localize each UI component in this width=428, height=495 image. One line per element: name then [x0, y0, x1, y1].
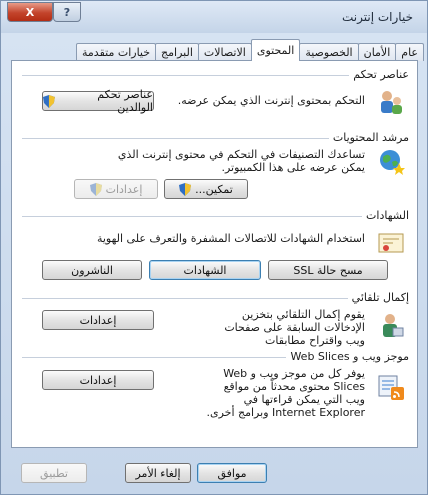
- tab-privacy[interactable]: الخصوصية: [299, 43, 359, 61]
- parental-controls-button[interactable]: عناصر تحكم الوالدين: [42, 88, 154, 114]
- publishers-button[interactable]: الناشرون: [42, 260, 142, 280]
- certificate-icon: [378, 233, 404, 253]
- apply-button[interactable]: تطبيق: [21, 463, 87, 483]
- uac-shield-icon: [179, 182, 192, 196]
- content-advisor-icon: [380, 150, 405, 175]
- tab-security[interactable]: الأمان: [357, 43, 397, 61]
- tab-advanced[interactable]: خيارات متقدمة: [76, 43, 157, 61]
- advisor-settings-button[interactable]: إعدادات: [74, 179, 158, 199]
- tab-programs[interactable]: البرامج: [155, 43, 199, 61]
- feeds-settings-button[interactable]: إعدادات: [42, 370, 154, 390]
- internet-options-window: X ? خيارات إنترنت عام الأمان الخصوصية ال…: [0, 0, 428, 495]
- tab-connections[interactable]: الاتصالات: [197, 43, 252, 61]
- parental-controls-icon: [381, 91, 402, 114]
- ok-button[interactable]: موافق: [197, 463, 267, 483]
- tab-content[interactable]: المحتوى: [250, 39, 301, 61]
- window-title: خيارات إنترنت: [342, 10, 413, 24]
- feeds-section-title: موجز ويب و Web Slices: [286, 350, 409, 363]
- tab-general[interactable]: عام: [395, 43, 424, 61]
- close-icon: X: [25, 5, 35, 19]
- title-bar: X ? خيارات إنترنت: [1, 1, 427, 33]
- certificates-section-title: الشهادات: [362, 209, 409, 222]
- section-divider: [22, 216, 409, 217]
- parental-description: التحكم بمحتوى إنترنت الذي يمكن عرضه.: [177, 94, 365, 107]
- uac-shield-icon: [43, 94, 55, 108]
- close-button[interactable]: X: [7, 2, 53, 22]
- help-icon: ?: [63, 5, 71, 19]
- uac-shield-icon: [89, 182, 102, 196]
- clear-ssl-button[interactable]: مسح حالة SSL: [268, 260, 388, 280]
- content-panel: عناصر تحكم التحكم بمحتوى إنترنت الذي يمك…: [11, 60, 418, 448]
- tab-strip: عام الأمان الخصوصية المحتوى الاتصالات ال…: [39, 39, 424, 61]
- certificates-button[interactable]: الشهادات: [149, 260, 261, 280]
- parental-section-title: عناصر تحكم: [349, 68, 409, 81]
- certificates-description: استخدام الشهادات للاتصالات المشفرة والتع…: [96, 232, 365, 245]
- autocomplete-description: يقوم إكمال التلقائي بتخزين الإدخالات الس…: [224, 308, 365, 347]
- cancel-button[interactable]: إلغاء الأمر: [125, 463, 191, 483]
- autocomplete-settings-button[interactable]: إعدادات: [42, 310, 154, 330]
- feeds-description: يوفر كل من موجز ويب و Web Slices محتوى م…: [206, 367, 365, 419]
- advisor-section-title: مرشد المحتويات: [328, 131, 409, 144]
- advisor-description: تساعدك التصنيفات في التحكم في محتوى إنتر…: [117, 148, 365, 174]
- autocomplete-section-title: إكمال تلقائي: [347, 291, 409, 304]
- enable-advisor-button[interactable]: تمكين...: [164, 179, 248, 199]
- feeds-icon: [378, 375, 404, 400]
- autocomplete-icon: [383, 314, 404, 337]
- help-button[interactable]: ?: [53, 2, 81, 22]
